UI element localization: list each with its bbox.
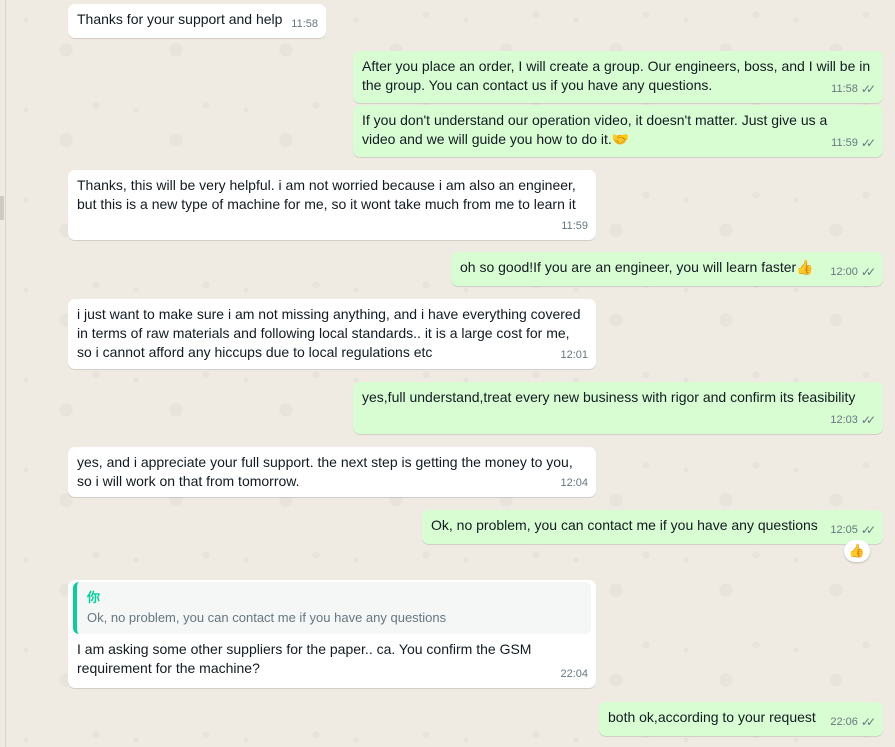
chat-panel: Thanks for your support and help 11:58 A… xyxy=(5,0,895,747)
message-text: oh so good!If you are an engineer, you w… xyxy=(460,259,814,275)
message-time: 12:01 xyxy=(560,349,588,361)
message-time: 11:59 xyxy=(831,137,858,149)
message-incoming[interactable]: yes, and i appreciate your full support.… xyxy=(68,447,596,497)
message-time: 11:58 xyxy=(291,18,318,30)
message-text: I am asking some other suppliers for the… xyxy=(77,641,532,676)
message-time: 12:05 xyxy=(830,524,858,536)
message-text: yes,full understand,treat every new busi… xyxy=(362,389,856,405)
message-text: both ok,according to your request xyxy=(608,709,816,725)
message-time: 11:58 xyxy=(831,83,858,95)
double-check-icon: ✓✓ xyxy=(860,715,876,729)
message-outgoing[interactable]: If you don't understand our operation vi… xyxy=(353,105,883,157)
message-incoming[interactable]: i just want to make sure i am not missin… xyxy=(68,299,596,369)
message-text: After you place an order, I will create … xyxy=(362,58,871,93)
message-time: 12:00 xyxy=(830,266,858,278)
message-incoming[interactable]: Thanks for your support and help 11:58 xyxy=(68,4,326,38)
double-check-icon: ✓✓ xyxy=(860,136,876,150)
quote-author: 你 xyxy=(87,590,101,605)
message-time: 22:06 xyxy=(830,716,858,728)
message-incoming[interactable]: Thanks, this will be very helpful. i am … xyxy=(68,170,596,240)
message-outgoing[interactable]: both ok,according to your request 22:06 ✓… xyxy=(599,702,883,736)
sidebar-edge xyxy=(0,196,4,220)
message-text: i just want to make sure i am not missin… xyxy=(77,306,581,360)
double-check-icon: ✓✓ xyxy=(860,523,876,537)
thumbs-up-reaction[interactable]: 👍 xyxy=(844,540,870,562)
message-time: 11:59 xyxy=(561,220,588,232)
message-text: Thanks for your support and help xyxy=(77,11,283,27)
message-time: 12:04 xyxy=(560,477,588,489)
message-text: If you don't understand our operation vi… xyxy=(362,112,828,147)
message-text: Thanks, this will be very helpful. i am … xyxy=(77,177,576,212)
message-outgoing[interactable]: oh so good!If you are an engineer, you w… xyxy=(451,252,883,286)
message-outgoing[interactable]: Ok, no problem, you can contact me if yo… xyxy=(422,510,883,544)
message-time: 12:03 xyxy=(830,414,858,426)
message-outgoing[interactable]: yes,full understand,treat every new busi… xyxy=(353,382,883,434)
message-time: 22:04 xyxy=(560,668,588,680)
message-incoming[interactable]: 你 Ok, no problem, you can contact me if … xyxy=(68,580,596,688)
message-text: yes, and i appreciate your full support.… xyxy=(77,454,573,489)
message-text: Ok, no problem, you can contact me if yo… xyxy=(431,517,818,533)
quote-text: Ok, no problem, you can contact me if yo… xyxy=(87,610,447,625)
double-check-icon: ✓✓ xyxy=(860,413,876,427)
double-check-icon: ✓✓ xyxy=(860,82,876,96)
message-outgoing[interactable]: After you place an order, I will create … xyxy=(353,51,883,103)
quoted-message[interactable]: 你 Ok, no problem, you can contact me if … xyxy=(73,582,591,634)
double-check-icon: ✓✓ xyxy=(860,265,876,279)
